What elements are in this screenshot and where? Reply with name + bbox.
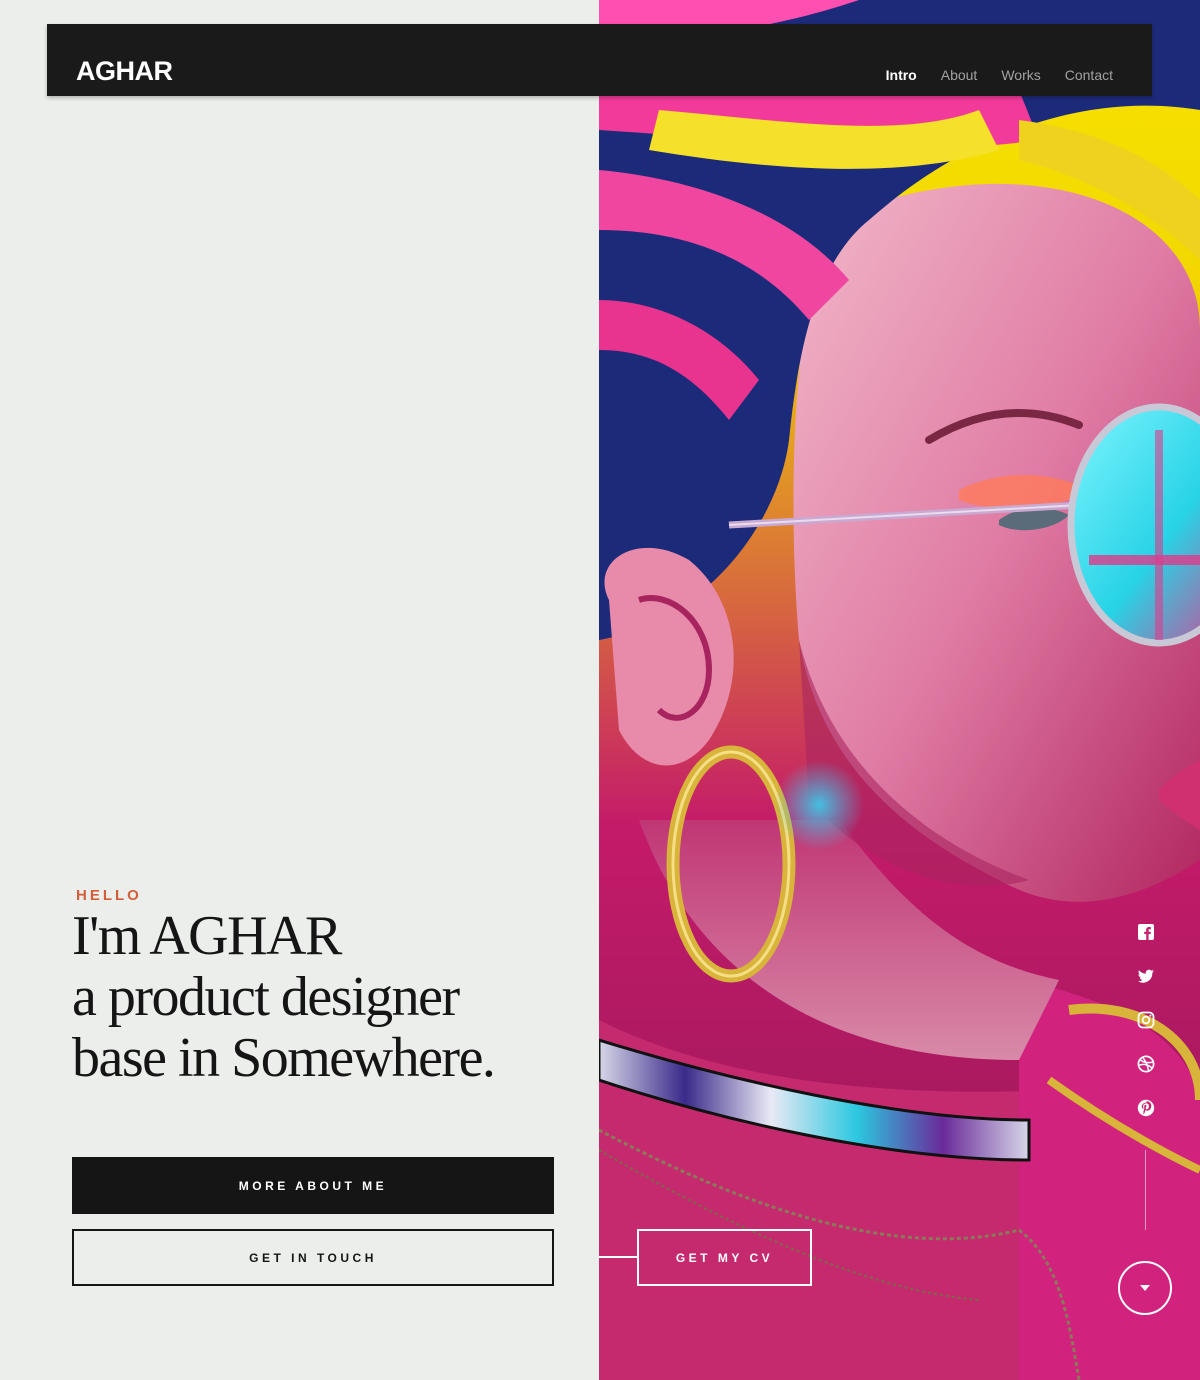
intro-heading-line: base in Somewhere. [72,1027,496,1089]
get-in-touch-button[interactable]: GET IN TOUCH [72,1229,554,1286]
nav-link-contact[interactable]: Contact [1065,68,1113,82]
social-divider-line [1145,1150,1146,1230]
facebook-icon[interactable] [1136,922,1156,942]
dribbble-icon[interactable] [1136,1054,1156,1074]
main-nav: Intro About Works Contact [886,68,1113,82]
twitter-icon[interactable] [1136,966,1156,986]
site-header: AGHAR Intro About Works Contact [47,24,1152,96]
intro-heading: I'm AGHAR a product designer base in Som… [72,905,496,1089]
scroll-down-button[interactable] [1118,1261,1172,1315]
instagram-icon[interactable] [1136,1010,1156,1030]
nav-link-about[interactable]: About [941,68,978,82]
social-links [1134,922,1158,1118]
intro-heading-line: a product designer [72,966,460,1028]
pinterest-icon[interactable] [1136,1098,1156,1118]
hero-portrait-image [599,0,1200,1380]
more-about-me-button[interactable]: MORE ABOUT ME [72,1157,554,1214]
intro-heading-line: I'm AGHAR [72,905,342,967]
logo[interactable]: AGHAR [76,58,173,85]
chevron-down-icon [1140,1285,1150,1291]
nav-link-works[interactable]: Works [1001,68,1040,82]
cv-connector-line [599,1256,637,1258]
intro-eyebrow: HELLO [76,887,142,904]
get-my-cv-button[interactable]: GET MY CV [637,1229,812,1286]
nav-link-intro[interactable]: Intro [886,68,917,82]
